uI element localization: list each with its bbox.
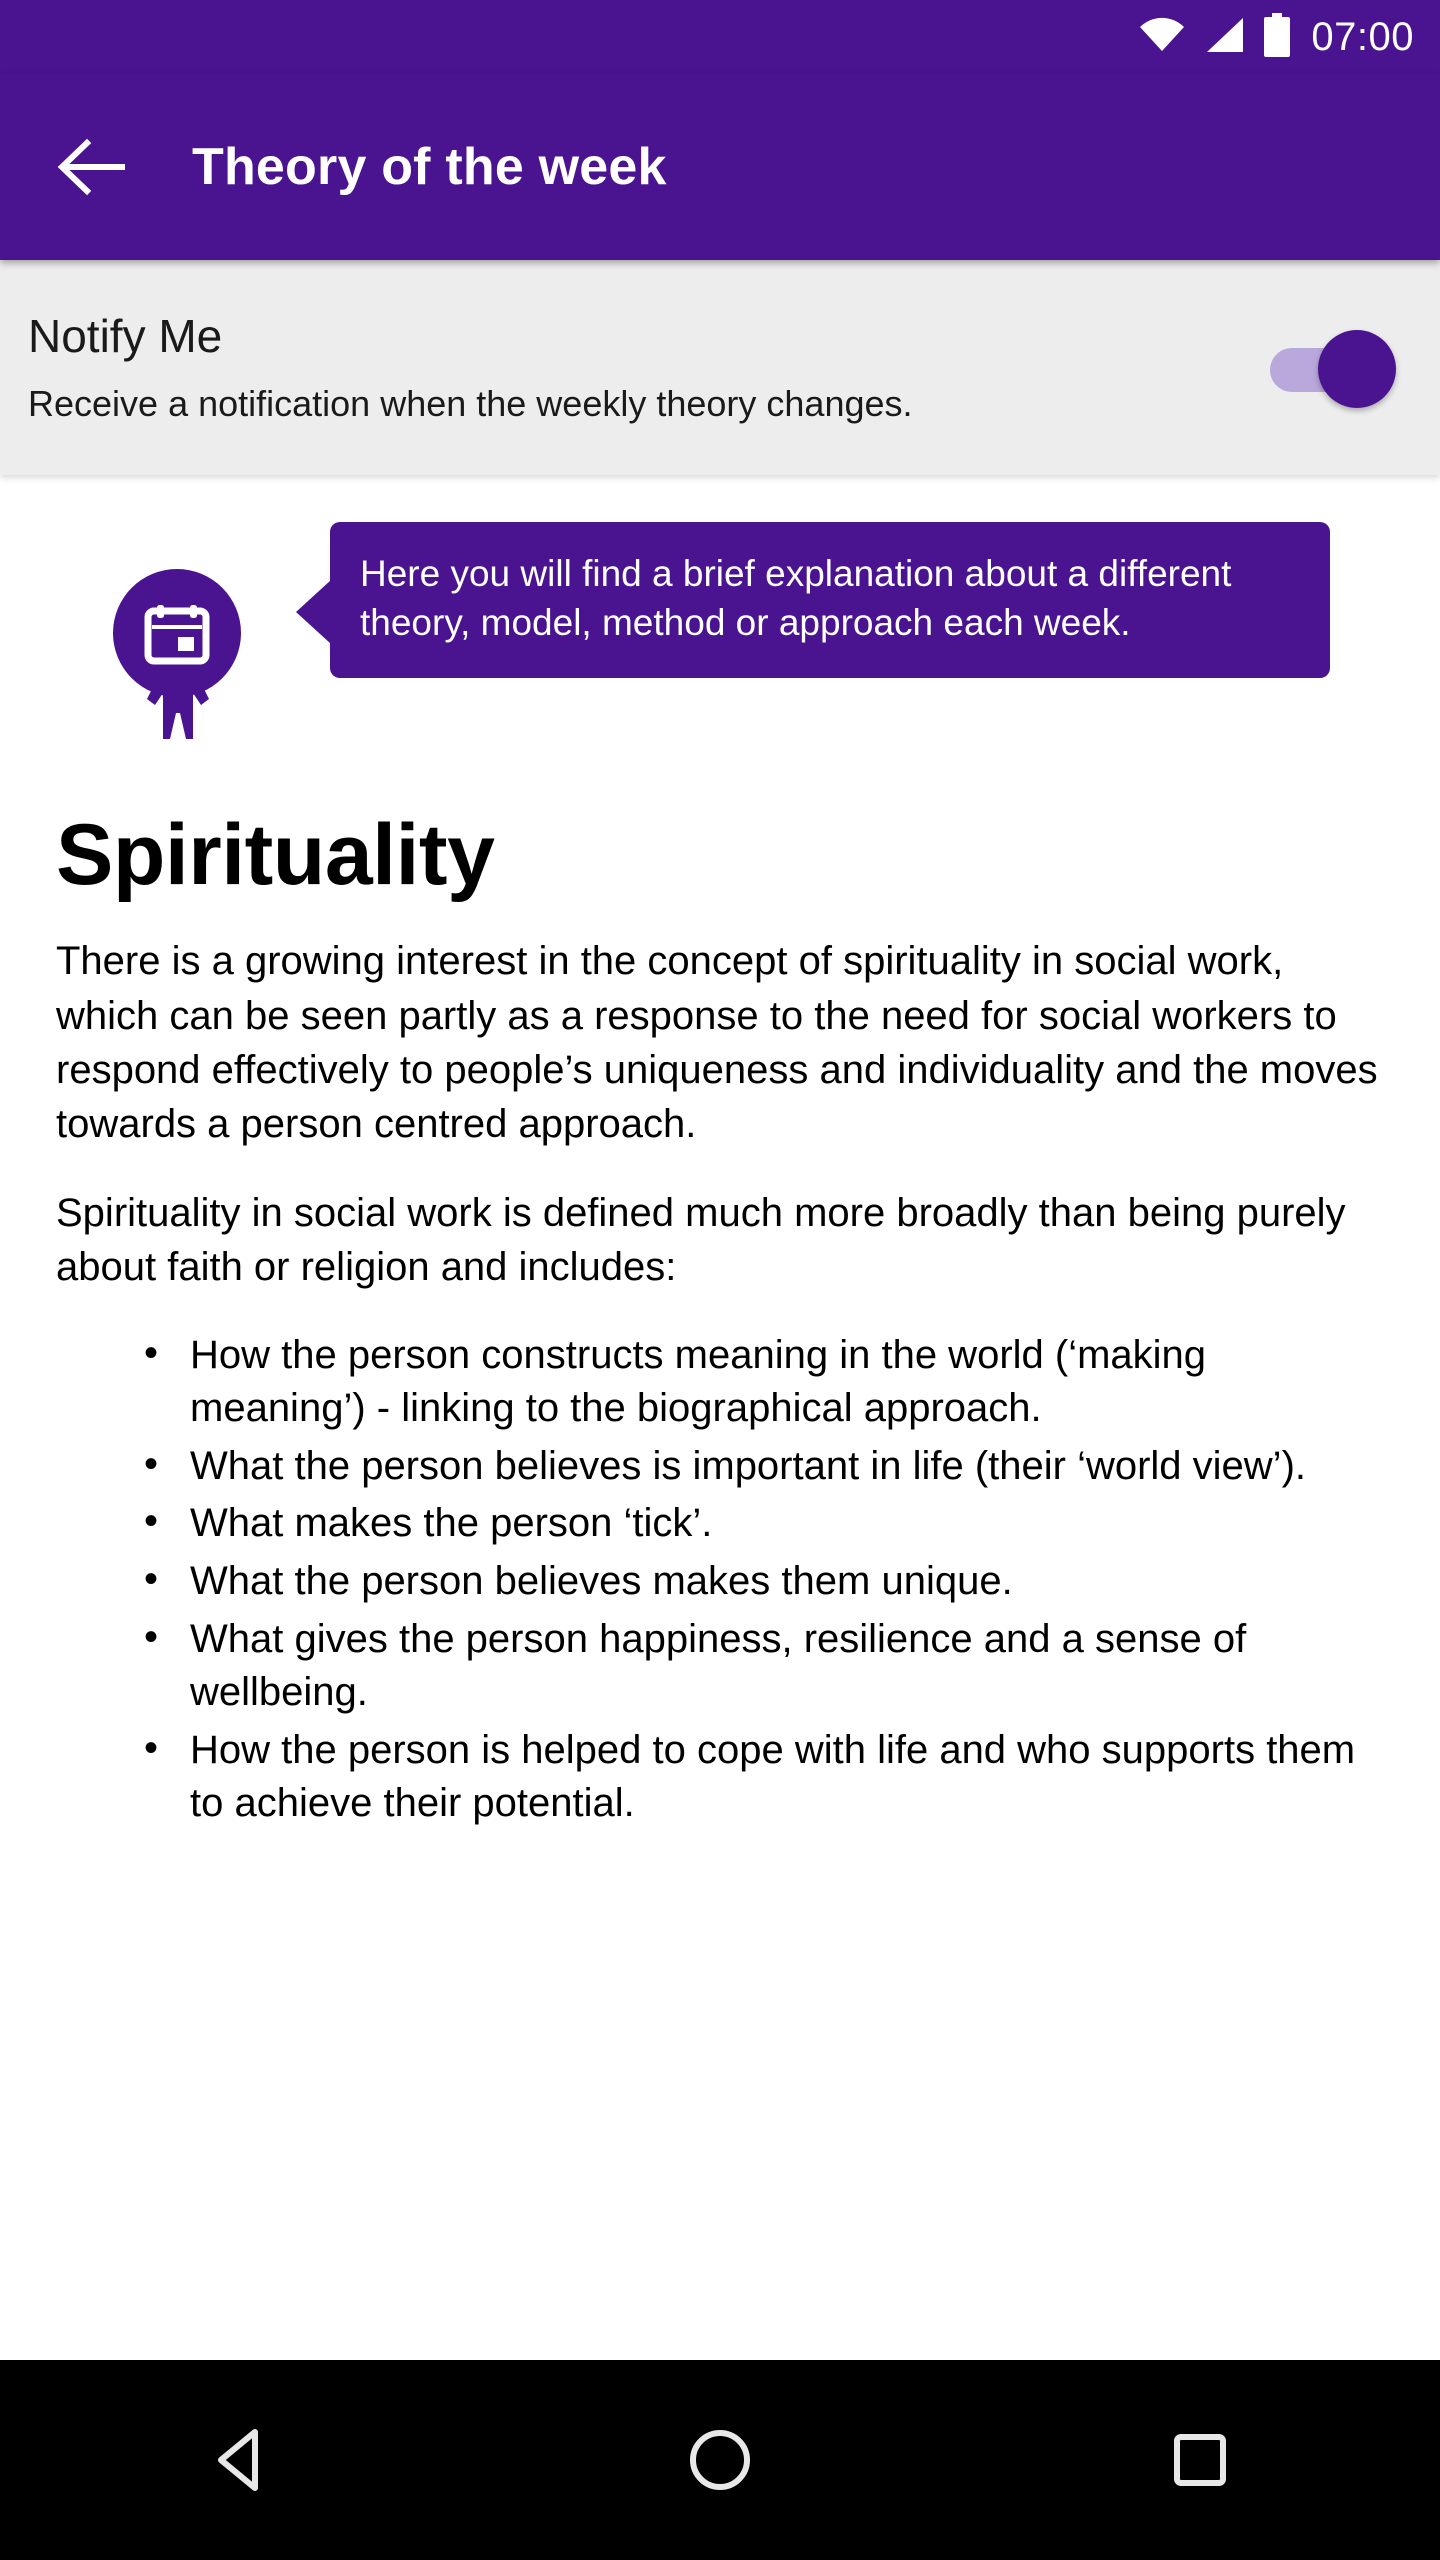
article-paragraph-1: There is a growing interest in the conce… [56, 939, 1378, 1147]
status-bar-icons [1139, 12, 1291, 62]
mascot-body [147, 680, 209, 739]
article-title: Spirituality [56, 807, 495, 903]
battery-icon [1263, 12, 1291, 62]
nav-back-triangle-icon [218, 2429, 258, 2491]
nav-recents-button[interactable] [1100, 2360, 1300, 2560]
notify-me-section[interactable]: Notify Me Receive a notification when th… [0, 260, 1440, 475]
tooltip-text: Here you will find a brief explanation a… [360, 553, 1232, 643]
list-item: What the person believes is important in… [138, 1438, 1384, 1494]
list-item: What the person believes makes them uniq… [138, 1553, 1384, 1609]
app-bar: Theory of the week [0, 74, 1440, 260]
status-bar: 07:00 [0, 0, 1440, 74]
back-button[interactable] [40, 115, 144, 219]
list-item: What gives the person happiness, resilie… [138, 1611, 1384, 1720]
page-title: Theory of the week [192, 138, 667, 196]
mascot-head [113, 569, 241, 697]
content-scroll-area[interactable]: Here you will find a brief explanation a… [0, 475, 1440, 2360]
tooltip-row: Here you will find a brief explanation a… [0, 522, 1440, 762]
cellular-signal-icon [1203, 16, 1245, 59]
back-arrow-icon [57, 138, 125, 196]
list-item: What makes the person ‘tick’. [138, 1495, 1384, 1551]
calendar-icon [144, 605, 210, 665]
notify-me-subtitle: Receive a notification when the weekly t… [28, 383, 913, 424]
list-item: How the person is helped to cope with li… [138, 1722, 1384, 1831]
info-tooltip: Here you will find a brief explanation a… [296, 522, 1330, 678]
android-navigation-bar [0, 2360, 1440, 2560]
status-bar-clock: 07:00 [1311, 15, 1414, 59]
tooltip-arrow-icon [296, 580, 331, 644]
list-item: How the person constructs meaning in the… [138, 1327, 1384, 1436]
nav-back-button[interactable] [140, 2360, 340, 2560]
nav-home-button[interactable] [620, 2360, 820, 2560]
toggle-thumb [1318, 329, 1396, 408]
notify-me-toggle[interactable] [1262, 318, 1412, 418]
wifi-icon [1139, 17, 1185, 58]
notify-me-title: Notify Me [28, 310, 223, 363]
article-bullet-list: How the person constructs meaning in the… [56, 1327, 1384, 1831]
mascot-character [113, 569, 247, 739]
notify-me-texts: Notify Me Receive a notification when th… [28, 311, 913, 423]
nav-recents-square-icon [1174, 2434, 1226, 2486]
article: Spirituality There is a growing interest… [0, 810, 1440, 1831]
nav-home-circle-icon [690, 2430, 750, 2490]
article-paragraph-2: Spirituality in social work is defined m… [56, 1190, 1346, 1290]
